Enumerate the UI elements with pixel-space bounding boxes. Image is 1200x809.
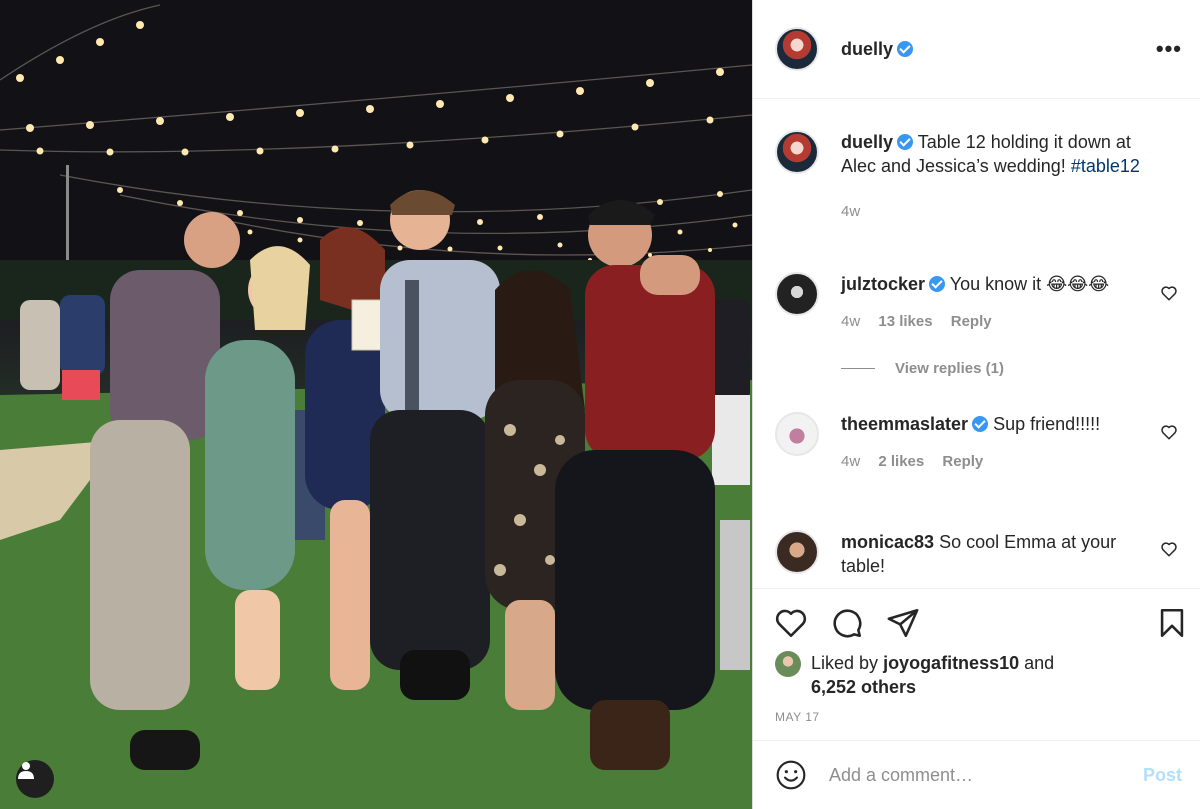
post-actions-section: Liked by joyogafitness10 and 6,252 other…	[753, 588, 1200, 740]
verified-badge-icon	[972, 416, 989, 432]
comment-time: 4w	[841, 453, 861, 470]
reply-button[interactable]: Reply	[942, 453, 983, 470]
likes-text: Liked by joyogafitness10 and 6,252 other…	[811, 651, 1054, 699]
caption-time: 4w	[841, 203, 861, 220]
reply-button[interactable]: Reply	[951, 313, 992, 330]
bookmark-icon[interactable]	[1154, 605, 1190, 641]
verified-badge-icon	[897, 134, 914, 150]
commenter-avatar[interactable]	[775, 272, 819, 316]
view-replies-label: View replies (1)	[895, 360, 1004, 377]
post-date[interactable]: MAY 17	[775, 710, 820, 724]
comment-likes[interactable]: 13 likes	[878, 313, 932, 330]
heart-icon[interactable]	[773, 605, 809, 641]
caption-body: duelly Table 12 holding it down at Alec …	[841, 130, 1161, 224]
comments-list[interactable]: duelly Table 12 holding it down at Alec …	[753, 100, 1200, 588]
wedding-photo-illustration	[0, 0, 752, 809]
likes-summary: Liked by joyogafitness10 and 6,252 other…	[775, 651, 1054, 699]
comment-likes[interactable]: 2 likes	[878, 453, 924, 470]
hashtag-link[interactable]: #table12	[1071, 156, 1140, 176]
send-icon[interactable]	[885, 605, 921, 641]
commenter-avatar[interactable]	[775, 530, 819, 574]
liked-by-prefix: Liked by	[811, 653, 879, 673]
liker-avatar[interactable]	[775, 651, 801, 677]
author-name-wrap: duelly	[841, 39, 914, 60]
comment-text: You know it 😂😂😂	[949, 274, 1110, 294]
add-comment-bar: Post	[753, 740, 1200, 809]
comment-item: julztocker You know it 😂😂😂 4w 13 likes R…	[775, 272, 1175, 334]
caption-avatar[interactable]	[775, 130, 819, 174]
caption: duelly Table 12 holding it down at Alec …	[775, 130, 1175, 224]
divider-line	[841, 368, 875, 369]
comment-input[interactable]	[829, 764, 1129, 786]
comment-body: theemmaslater Sup friend!!!!! 4w 2 likes…	[841, 412, 1161, 474]
comment-item: monicac83 So cool Emma at your table!	[775, 530, 1175, 578]
comment-meta: 4w 2 likes Reply	[841, 450, 1161, 474]
post-photo[interactable]	[0, 0, 752, 809]
comment-like-heart-icon[interactable]	[1160, 423, 1178, 441]
liked-connector: and	[1024, 653, 1055, 673]
post-side-panel: duelly ••• duelly Table 12 holding it do…	[752, 0, 1200, 809]
comment-body: julztocker You know it 😂😂😂 4w 13 likes R…	[841, 272, 1161, 334]
post-header: duelly •••	[753, 0, 1200, 99]
comment-username[interactable]: monicac83	[841, 532, 934, 552]
caption-username[interactable]: duelly	[841, 132, 893, 152]
comment-like-heart-icon[interactable]	[1160, 540, 1178, 558]
comment-body: monicac83 So cool Emma at your table!	[841, 530, 1161, 578]
person-icon	[18, 762, 34, 779]
emoji-icon[interactable]	[773, 757, 809, 793]
likes-others-count[interactable]: 6,252 others	[811, 677, 916, 697]
liker-username[interactable]: joyogafitness10	[883, 653, 1019, 673]
comment-item: theemmaslater Sup friend!!!!! 4w 2 likes…	[775, 412, 1175, 474]
comment-icon[interactable]	[829, 605, 865, 641]
verified-badge-icon	[929, 276, 946, 292]
author-username[interactable]: duelly	[841, 39, 893, 59]
comment-username[interactable]: theemmaslater	[841, 414, 968, 434]
comment-like-heart-icon[interactable]	[1160, 284, 1178, 302]
verified-badge-icon	[897, 40, 914, 57]
author-avatar[interactable]	[775, 27, 819, 71]
caption-meta: 4w	[841, 200, 1161, 224]
view-replies-button[interactable]: View replies (1)	[841, 360, 1004, 377]
comment-meta: 4w 13 likes Reply	[841, 310, 1161, 334]
user-tag-icon[interactable]	[16, 760, 54, 798]
comment-time: 4w	[841, 313, 861, 330]
comment-username[interactable]: julztocker	[841, 274, 925, 294]
action-bar	[773, 605, 921, 641]
commenter-avatar[interactable]	[775, 412, 819, 456]
comment-text: Sup friend!!!!!	[993, 414, 1101, 434]
post-button[interactable]: Post	[1143, 765, 1182, 786]
more-icon[interactable]: •••	[1156, 36, 1182, 62]
